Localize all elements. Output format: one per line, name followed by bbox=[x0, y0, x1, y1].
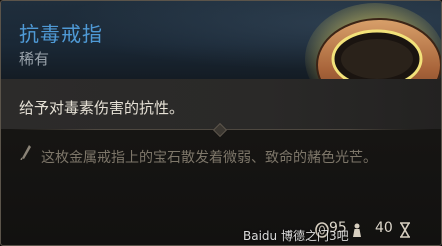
item-flavor-text: 这枚金属戒指上的宝石散发着微弱、致命的赭色光芒。 bbox=[41, 150, 377, 166]
item-rarity: 稀有 bbox=[19, 50, 50, 68]
item-tooltip: 抗毒戒指 稀有 给予对毒素伤害的抗性。 这枚金属戒指上的宝石散发着微弱、致命的赭… bbox=[0, 0, 442, 246]
watermark: Baidu 博德之门3吧 bbox=[243, 229, 349, 243]
item-weight: 40 bbox=[375, 220, 393, 236]
quill-icon bbox=[20, 145, 31, 160]
hourglass-icon bbox=[400, 222, 410, 238]
item-effect: 给予对毒素伤害的抗性。 bbox=[19, 99, 185, 117]
weight-icon bbox=[353, 223, 361, 237]
item-name: 抗毒戒指 bbox=[19, 22, 103, 46]
